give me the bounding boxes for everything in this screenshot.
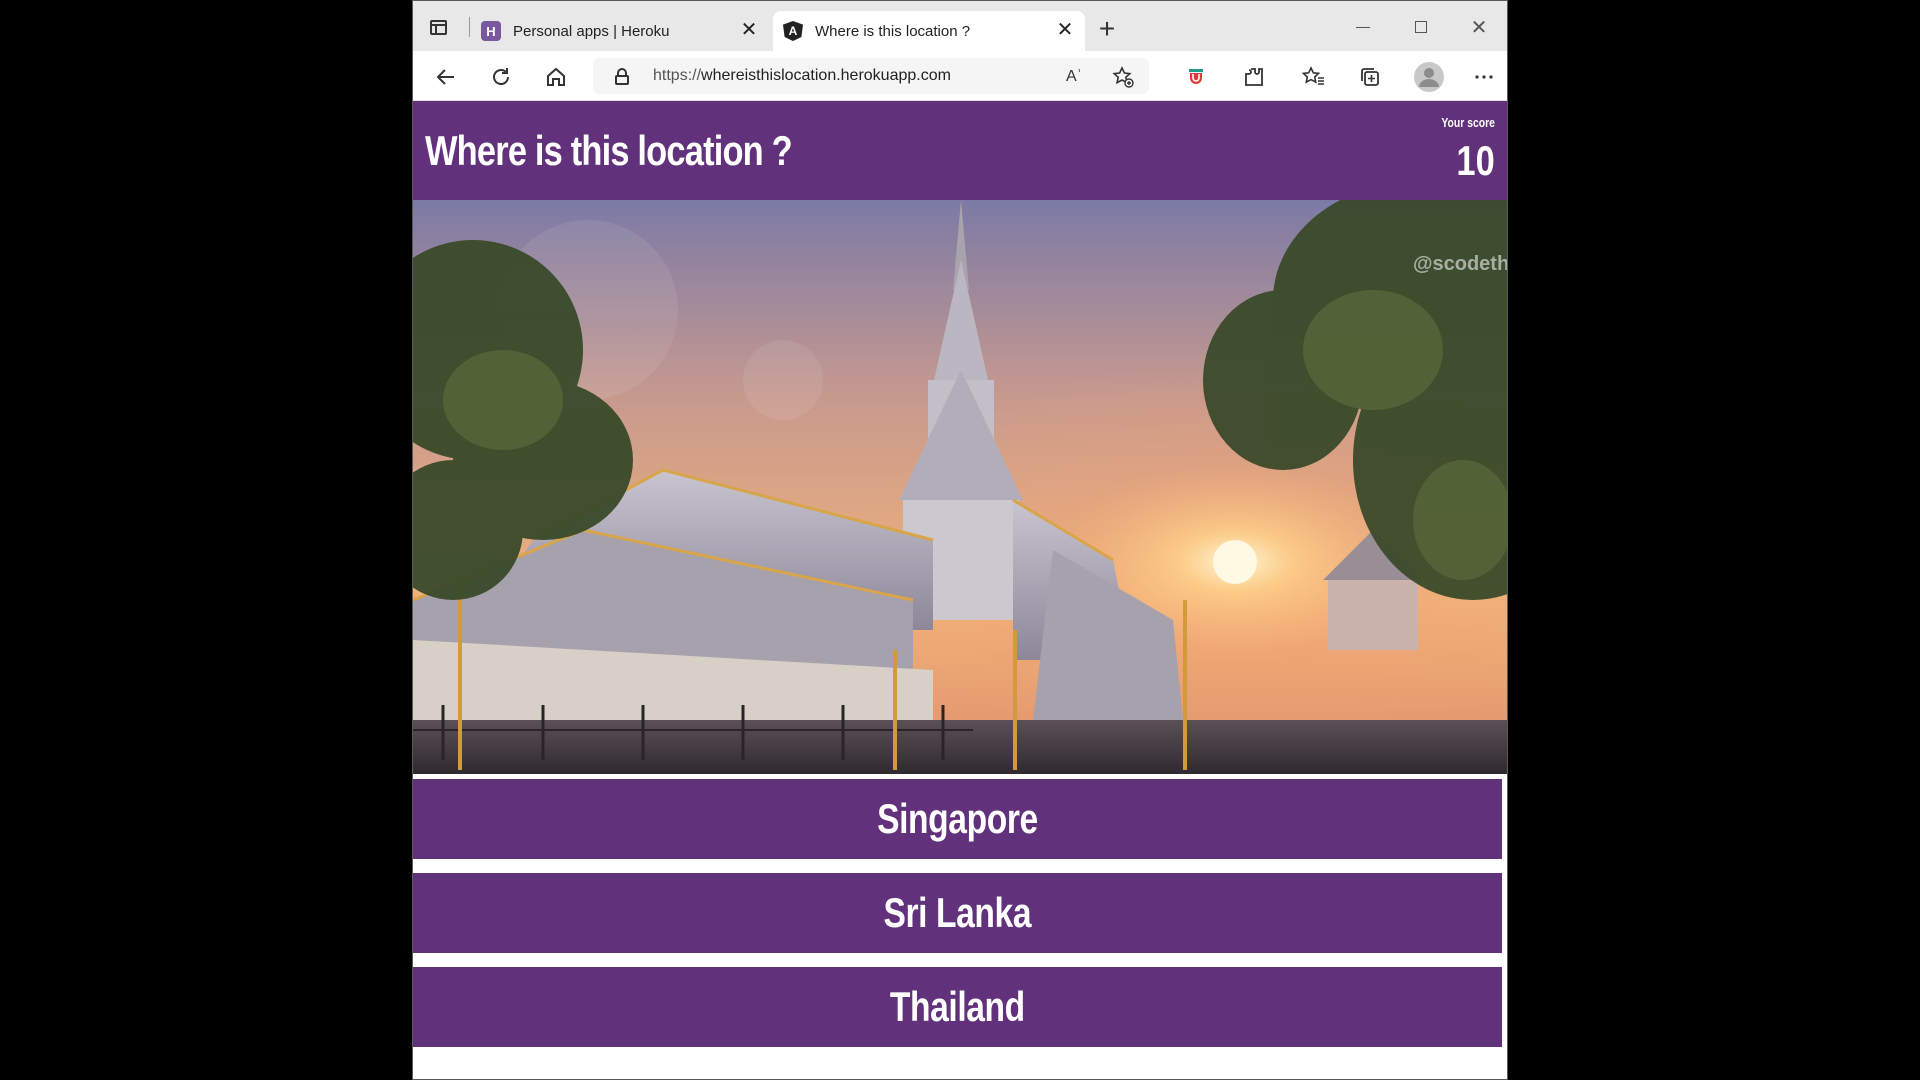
- back-icon[interactable]: [433, 64, 459, 90]
- tab-title: Personal apps | Heroku: [513, 22, 670, 40]
- profile-avatar-icon[interactable]: [1414, 62, 1444, 92]
- angular-favicon-icon: A: [783, 21, 803, 41]
- answer-label: Singapore: [877, 795, 1038, 842]
- lock-icon[interactable]: [615, 68, 629, 85]
- extension-shield-icon[interactable]: [1183, 64, 1209, 90]
- extensions-icon[interactable]: [1241, 64, 1267, 90]
- tab-actions-icon[interactable]: [425, 14, 451, 40]
- location-photo: @scodeth: [413, 200, 1507, 774]
- answer-button-sri-lanka[interactable]: Sri Lanka: [413, 873, 1502, 953]
- tab-heroku[interactable]: H Personal apps | Heroku ✕: [471, 11, 769, 51]
- more-options-icon[interactable]: [1471, 64, 1497, 90]
- add-favorite-icon[interactable]: [1110, 64, 1136, 90]
- refresh-icon[interactable]: [488, 64, 514, 90]
- new-tab-icon[interactable]: +: [1095, 15, 1119, 43]
- tab-bar: H Personal apps | Heroku ✕ A Where is th…: [413, 1, 1507, 51]
- read-aloud-icon[interactable]: Aʾ: [1061, 64, 1087, 90]
- page-title: Where is this location ?: [425, 127, 793, 174]
- browser-toolbar: https://whereisthislocation.herokuapp.co…: [413, 51, 1507, 101]
- tab-title: Where is this location ?: [815, 22, 971, 40]
- answer-label: Thailand: [890, 983, 1025, 1030]
- maximize-icon[interactable]: [1407, 13, 1435, 41]
- close-tab-icon[interactable]: ✕: [739, 20, 759, 41]
- web-page: Where is this location ? Your score 10 @…: [413, 101, 1507, 1079]
- heroku-favicon-icon: H: [481, 21, 501, 41]
- window-close-icon[interactable]: ✕: [1465, 13, 1493, 41]
- photo-watermark: @scodeth: [1413, 253, 1507, 275]
- collections-icon[interactable]: [1357, 64, 1383, 90]
- home-icon[interactable]: [543, 64, 569, 90]
- score-value: 10: [1456, 137, 1495, 184]
- score-label: Your score: [1441, 115, 1495, 130]
- close-tab-icon[interactable]: ✕: [1055, 20, 1075, 41]
- answer-button-singapore[interactable]: Singapore: [413, 779, 1502, 859]
- answer-button-thailand[interactable]: Thailand: [413, 967, 1502, 1047]
- browser-window: H Personal apps | Heroku ✕ A Where is th…: [412, 0, 1508, 1080]
- url-text[interactable]: https://whereisthislocation.herokuapp.co…: [653, 67, 951, 85]
- minimize-icon[interactable]: [1349, 13, 1377, 41]
- tab-divider: [469, 17, 470, 37]
- app-header: Where is this location ? Your score 10: [413, 101, 1507, 200]
- favorites-icon[interactable]: [1301, 64, 1327, 90]
- tab-where-is-this-location[interactable]: A Where is this location ? ✕: [773, 11, 1085, 51]
- answer-label: Sri Lanka: [883, 889, 1032, 936]
